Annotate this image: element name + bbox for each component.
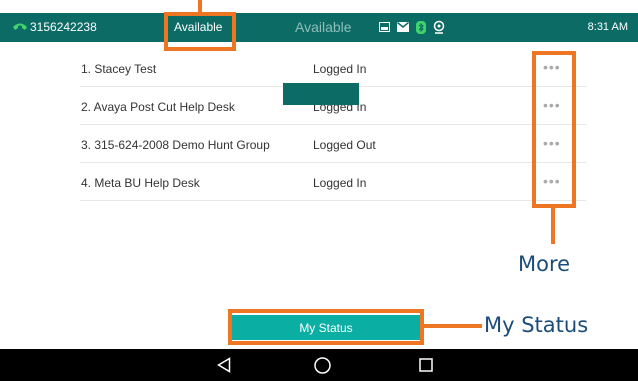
phone-icon xyxy=(13,23,27,30)
login-status: Logged In xyxy=(313,62,367,76)
home-icon[interactable] xyxy=(314,357,331,374)
more-callout-box xyxy=(532,51,576,208)
mail-icon xyxy=(397,22,409,32)
status-bar: 3156242238 Available Available 8:31 AM xyxy=(0,13,638,42)
hunt-group-name: 4. Meta BU Help Desk xyxy=(81,176,200,190)
list-item[interactable]: 1. Stacey Test Logged In ••• xyxy=(80,49,586,87)
hunt-group-name: 1. Stacey Test xyxy=(81,62,157,76)
bluetooth-icon xyxy=(416,20,426,34)
available-callout-box xyxy=(164,12,236,51)
clock: 8:31 AM xyxy=(587,21,628,33)
my-status-callout-box xyxy=(228,309,424,345)
my-status-annotation-label: My Status xyxy=(484,313,589,337)
back-icon[interactable] xyxy=(217,357,231,373)
redaction-block xyxy=(283,83,359,105)
recents-icon[interactable] xyxy=(419,358,433,372)
phone-number: 3156242238 xyxy=(30,20,97,34)
hunt-group-name: 2. Avaya Post Cut Help Desk xyxy=(81,100,235,114)
location-icon xyxy=(433,20,445,34)
more-annotation-label: More xyxy=(518,252,571,276)
navigation-bar xyxy=(0,349,638,381)
image-icon xyxy=(379,22,390,32)
login-status: Logged In xyxy=(313,176,367,190)
callout-line-more xyxy=(551,208,555,244)
list-item[interactable]: 3. 315-624-2008 Demo Hunt Group Logged O… xyxy=(80,125,586,163)
list-item[interactable]: 4. Meta BU Help Desk Logged In ••• xyxy=(80,163,586,201)
hunt-group-name: 3. 315-624-2008 Demo Hunt Group xyxy=(81,138,270,152)
presence-status-title: Available xyxy=(295,19,352,35)
login-status: Logged Out xyxy=(313,138,376,152)
notification-tray xyxy=(379,18,445,36)
callout-line-my-status xyxy=(424,324,482,328)
